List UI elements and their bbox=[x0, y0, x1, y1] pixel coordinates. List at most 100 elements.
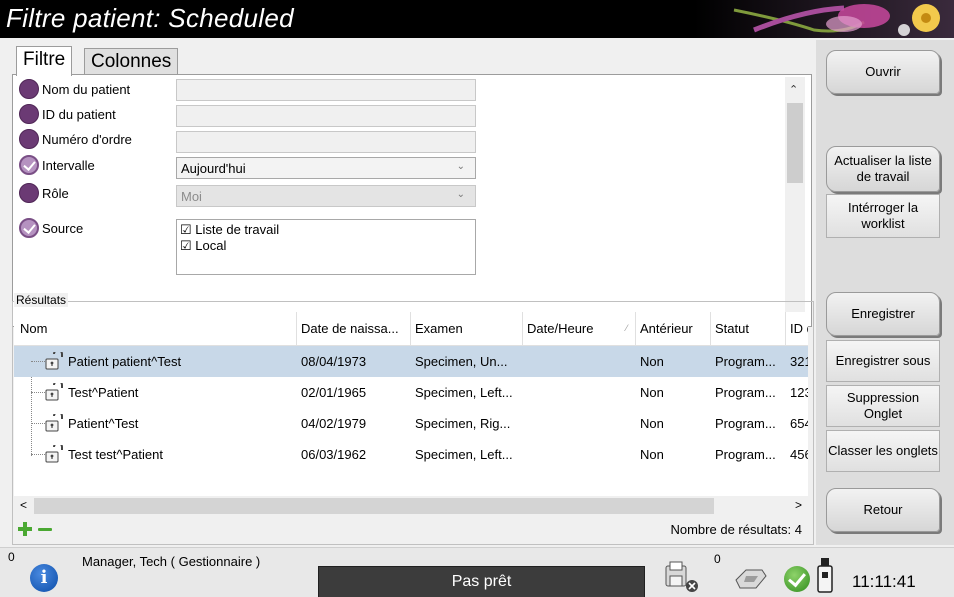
system-ok-icon[interactable] bbox=[784, 566, 810, 592]
cell-id: 654 bbox=[790, 416, 808, 431]
unlocked-padlock-icon bbox=[45, 352, 63, 370]
cell-id: 321 bbox=[790, 354, 808, 369]
scrollbar-thumb[interactable] bbox=[787, 103, 803, 183]
media-drive-icon[interactable] bbox=[732, 562, 770, 592]
chevron-left-icon[interactable]: < bbox=[20, 498, 27, 512]
patient-id-toggle[interactable] bbox=[19, 104, 39, 124]
filter-row-source: Source bbox=[19, 217, 83, 239]
cell-dob: 02/01/1965 bbox=[301, 385, 367, 400]
column-header-status[interactable]: Statut bbox=[715, 321, 749, 336]
query-worklist-button[interactable]: Intérroger la worklist bbox=[826, 194, 940, 238]
results-count: Nombre de résultats: 4 bbox=[670, 522, 802, 537]
interval-select-value: Aujourd'hui bbox=[181, 161, 246, 176]
filter-row-interval: Intervalle bbox=[19, 154, 95, 176]
cell-name: Patient^Test bbox=[68, 416, 139, 431]
column-divider[interactable] bbox=[410, 312, 411, 346]
tab-columns[interactable]: Colonnes bbox=[84, 48, 179, 74]
patient-id-input[interactable] bbox=[176, 105, 476, 127]
table-row[interactable]: Patient^Test 04/02/1979 Specimen, Rig...… bbox=[14, 408, 808, 439]
source-option-worklist[interactable]: ☑ Liste de travail bbox=[180, 222, 472, 238]
tree-connector bbox=[31, 361, 45, 362]
table-row[interactable]: Test^Patient 02/01/1965 Specimen, Left..… bbox=[14, 377, 808, 408]
interval-label: Intervalle bbox=[42, 157, 95, 173]
cell-status: Program... bbox=[715, 447, 776, 462]
refresh-worklist-button[interactable]: Actualiser la liste de travail bbox=[826, 146, 940, 192]
column-divider[interactable] bbox=[785, 312, 786, 346]
checkbox-checked-icon: ☑ bbox=[180, 222, 192, 237]
source-option-local[interactable]: ☑ Local bbox=[180, 238, 472, 254]
cell-name: Patient patient^Test bbox=[68, 354, 182, 369]
column-header-exam[interactable]: Examen bbox=[415, 321, 463, 336]
source-option-local-label: Local bbox=[195, 238, 227, 253]
remove-minus-icon[interactable] bbox=[38, 528, 52, 531]
cell-name: Test^Patient bbox=[68, 385, 139, 400]
patient-id-label: ID du patient bbox=[42, 106, 116, 122]
table-row[interactable]: Test test^Patient 06/03/1962 Specimen, L… bbox=[14, 439, 808, 470]
column-divider[interactable] bbox=[296, 312, 297, 346]
source-label: Source bbox=[42, 220, 84, 236]
results-horizontal-scrollbar[interactable]: < > bbox=[14, 496, 808, 516]
source-list: ☑ Liste de travail ☑ Local bbox=[176, 219, 476, 275]
print-queue-icon[interactable] bbox=[662, 560, 702, 594]
accession-number-input[interactable] bbox=[176, 131, 476, 153]
tree-connector bbox=[31, 423, 45, 424]
action-sidebar: Ouvrir Actualiser la liste de travail In… bbox=[816, 40, 954, 545]
column-header-dob[interactable]: Date de naissa... bbox=[301, 321, 399, 336]
patient-name-input[interactable] bbox=[176, 79, 476, 101]
title-bar: Filtre patient: Scheduled bbox=[0, 0, 954, 38]
save-as-button[interactable]: Enregistrer sous bbox=[826, 340, 940, 382]
cell-prior: Non bbox=[640, 354, 664, 369]
table-header: Nom Date de naissa... Examen Date/Heure … bbox=[14, 312, 808, 346]
sort-tabs-button[interactable]: Classer les onglets bbox=[826, 430, 940, 472]
cell-status: Program... bbox=[715, 385, 776, 400]
filter-row-patient-id: ID du patient bbox=[19, 103, 116, 125]
app-window: Filtre patient: Scheduled Filtre Colonne… bbox=[0, 0, 954, 597]
column-divider[interactable] bbox=[522, 312, 523, 346]
filter-vertical-scrollbar[interactable]: ⌃ ⌄ bbox=[785, 77, 805, 324]
print-count: 0 bbox=[714, 552, 721, 566]
scrollbar-thumb[interactable] bbox=[34, 498, 714, 514]
save-button[interactable]: Enregistrer bbox=[826, 292, 940, 336]
column-header-prior[interactable]: Antérieur bbox=[640, 321, 693, 336]
unlocked-padlock-icon bbox=[45, 383, 63, 401]
results-table: Nom Date de naissa... Examen Date/Heure … bbox=[14, 312, 808, 496]
alerts-count: 0 bbox=[8, 550, 15, 564]
cell-prior: Non bbox=[640, 447, 664, 462]
interval-toggle[interactable] bbox=[19, 155, 39, 175]
filter-row-role: Rôle bbox=[19, 182, 69, 204]
table-row[interactable]: Patient patient^Test 08/04/1973 Specimen… bbox=[14, 346, 808, 377]
accession-number-toggle[interactable] bbox=[19, 129, 39, 149]
back-button[interactable]: Retour bbox=[826, 488, 940, 532]
open-button[interactable]: Ouvrir bbox=[826, 50, 940, 94]
filter-main-panel: Filtre Colonnes Nom du patient ID du pat… bbox=[12, 40, 814, 545]
column-divider[interactable] bbox=[710, 312, 711, 346]
chevron-right-icon[interactable]: > bbox=[795, 498, 802, 512]
filter-panel: Nom du patient ID du patient Numéro d'or… bbox=[12, 74, 812, 327]
patient-name-toggle[interactable] bbox=[19, 79, 39, 99]
unlocked-padlock-icon bbox=[45, 414, 63, 432]
chevron-down-icon: ⌄ bbox=[456, 189, 465, 200]
window-title: Filtre patient: Scheduled bbox=[6, 3, 294, 33]
interval-select[interactable]: Aujourd'hui ⌄ bbox=[176, 157, 476, 179]
info-icon[interactable]: i bbox=[30, 564, 58, 592]
column-divider[interactable] bbox=[635, 312, 636, 346]
column-header-name[interactable]: Nom bbox=[20, 321, 47, 336]
delete-tab-button[interactable]: Suppression Onglet bbox=[826, 385, 940, 427]
add-plus-icon[interactable] bbox=[18, 522, 32, 536]
flower-banner-image bbox=[694, 0, 954, 38]
system-state-indicator: Pas prêt bbox=[318, 566, 645, 597]
cell-exam: Specimen, Un... bbox=[415, 354, 508, 369]
tree-connector bbox=[31, 392, 45, 393]
source-option-worklist-label: Liste de travail bbox=[195, 222, 280, 237]
column-header-datetime[interactable]: Date/Heure bbox=[527, 321, 593, 336]
filter-row-accession-number: Numéro d'ordre bbox=[19, 128, 132, 150]
checkbox-checked-icon: ☑ bbox=[180, 238, 192, 253]
usb-device-icon[interactable] bbox=[816, 558, 834, 594]
tab-filter[interactable]: Filtre bbox=[16, 46, 73, 76]
cell-name: Test test^Patient bbox=[68, 447, 163, 462]
chevron-up-icon[interactable]: ⌃ bbox=[789, 83, 798, 96]
role-toggle[interactable] bbox=[19, 183, 39, 203]
source-toggle[interactable] bbox=[19, 218, 39, 238]
current-user[interactable]: Manager, Tech ( Gestionnaire ) bbox=[82, 554, 260, 569]
column-header-id[interactable]: ID d bbox=[790, 321, 808, 336]
